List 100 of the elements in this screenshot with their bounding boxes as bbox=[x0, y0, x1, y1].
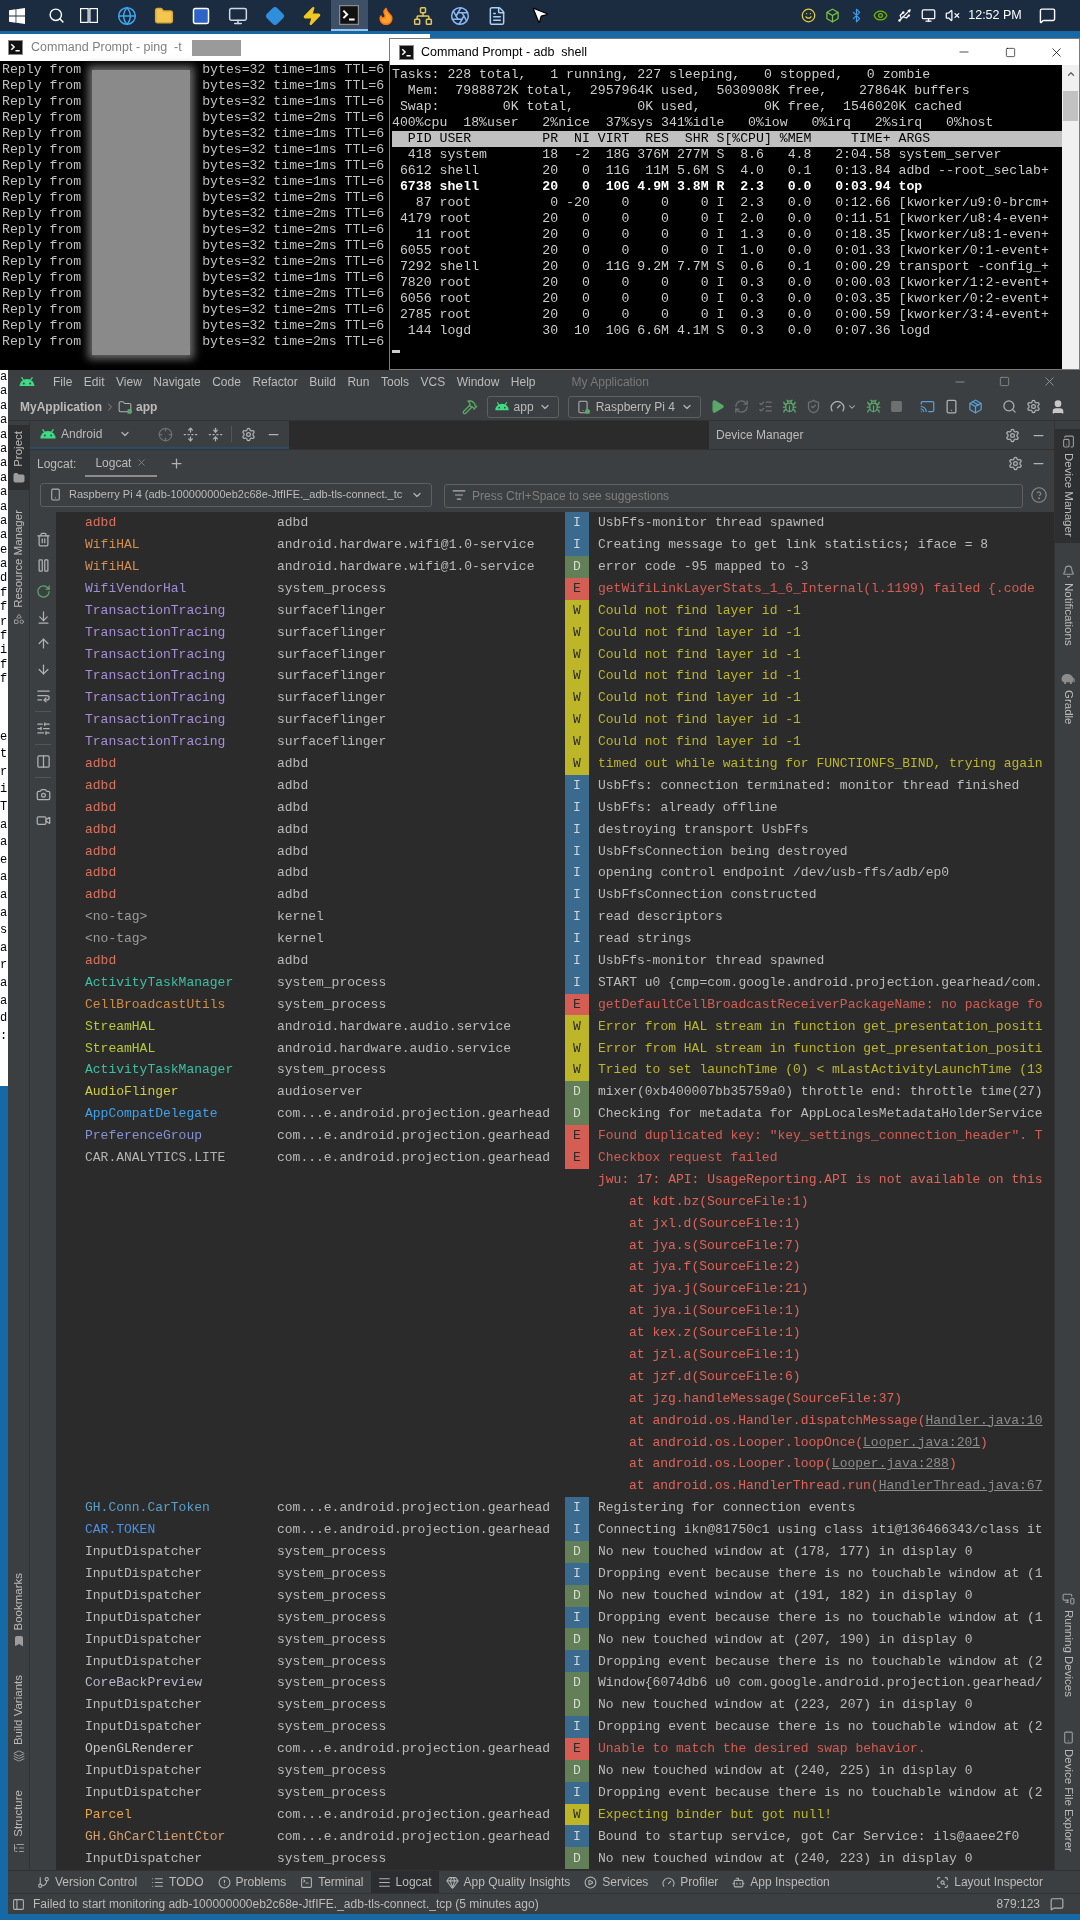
monitor-icon[interactable] bbox=[920, 8, 936, 23]
taskbar-app-button[interactable] bbox=[330, 0, 368, 31]
scrollbar-thumb[interactable] bbox=[1063, 91, 1078, 121]
tool-window-tab[interactable]: App Inspection bbox=[725, 1871, 837, 1893]
console-text: Reply from bbox=[2, 334, 82, 350]
device-dropdown[interactable]: Raspberry Pi 4 (adb-100000000eb2c68e-JtfIFE._adb-tls-connect._tc bbox=[40, 482, 432, 507]
settings-icon[interactable] bbox=[1026, 399, 1041, 414]
avatar-icon[interactable] bbox=[1050, 398, 1066, 415]
source-link[interactable]: Looper.java:201 bbox=[863, 1434, 981, 1450]
clock[interactable]: 12:52 PM bbox=[964, 6, 1026, 25]
breadcrumb-item[interactable]: MyApplication bbox=[20, 397, 102, 416]
log-tag: InputDispatcher bbox=[85, 1850, 203, 1866]
settings-icon[interactable] bbox=[241, 426, 257, 442]
sliders-icon[interactable] bbox=[35, 720, 51, 736]
arrow-down-icon[interactable] bbox=[35, 661, 51, 677]
menu-item[interactable]: Build bbox=[309, 372, 336, 391]
settings-icon[interactable] bbox=[1005, 427, 1020, 443]
box-icon[interactable] bbox=[824, 8, 840, 23]
tool-window-tab[interactable]: Services bbox=[577, 1871, 656, 1893]
menu-item[interactable]: Help bbox=[510, 372, 536, 391]
tool-window-tab[interactable]: Version Control bbox=[30, 1871, 145, 1893]
tool-window-tab[interactable]: Device Manager bbox=[1055, 429, 1080, 543]
eye-icon[interactable] bbox=[872, 8, 888, 23]
camera-icon[interactable] bbox=[35, 786, 51, 802]
menu-item[interactable]: Run bbox=[347, 372, 370, 391]
tool-window-tab[interactable]: Problems bbox=[210, 1871, 294, 1893]
menu-item[interactable]: Window bbox=[456, 372, 500, 391]
tool-window-tab[interactable]: TODO bbox=[144, 1871, 211, 1893]
help-icon[interactable] bbox=[1031, 486, 1047, 503]
phone-icon bbox=[1061, 1731, 1075, 1745]
search-icon[interactable] bbox=[47, 7, 65, 24]
tool-window-tab[interactable]: Structure bbox=[8, 1784, 30, 1860]
menu-item[interactable]: Navigate bbox=[153, 372, 201, 391]
filter-field[interactable]: Press Ctrl+Space to see suggestions bbox=[444, 483, 1023, 508]
process-name: com...e.android.projection.gearhead bbox=[277, 1106, 551, 1122]
usb-icon[interactable] bbox=[896, 8, 912, 23]
menu-item[interactable]: VCS bbox=[420, 372, 446, 391]
tool-window-tab[interactable]: App Quality Insights bbox=[438, 1871, 578, 1893]
bug-icon[interactable] bbox=[782, 399, 797, 414]
breadcrumb-item[interactable]: app bbox=[136, 397, 158, 416]
menu-item[interactable]: Code bbox=[212, 372, 241, 391]
process-name: adbd bbox=[277, 756, 309, 771]
log-tag: TransactionTracing bbox=[85, 668, 226, 684]
hammer-icon[interactable] bbox=[461, 398, 478, 415]
phone-icon[interactable] bbox=[944, 399, 959, 414]
tool-window-tab[interactable]: Notifications bbox=[1055, 558, 1080, 652]
log-message: timed out while waiting for FUNCTIONFS_BIND, trying again bbox=[598, 755, 1043, 773]
process-name: adbd bbox=[277, 515, 309, 531]
settings-icon[interactable] bbox=[1008, 456, 1023, 471]
cursor-position[interactable]: 879:123 bbox=[996, 1895, 1040, 1913]
wrap-text-icon[interactable] bbox=[35, 687, 51, 703]
tool-window-tab[interactable]: Build Variants bbox=[8, 1669, 30, 1769]
tool-window-tab[interactable]: Device File Explorer bbox=[1055, 1725, 1080, 1858]
tool-window-tab[interactable]: Gradle bbox=[1055, 667, 1080, 731]
tool-window-tab[interactable]: Running Devices bbox=[1055, 1586, 1080, 1704]
menu-item[interactable]: File bbox=[53, 372, 73, 391]
menu-item[interactable]: View bbox=[116, 372, 142, 391]
package-icon[interactable] bbox=[968, 399, 983, 414]
process-name: system_process bbox=[277, 996, 387, 1012]
scrollbar[interactable] bbox=[1062, 65, 1079, 369]
windows-logo-icon[interactable] bbox=[9, 7, 25, 24]
run-icon[interactable] bbox=[710, 399, 725, 414]
columns-icon[interactable] bbox=[35, 753, 51, 769]
fold-icon[interactable] bbox=[208, 426, 224, 442]
pause-icon[interactable] bbox=[35, 557, 51, 573]
add-icon[interactable] bbox=[169, 456, 185, 471]
tool-window-tab[interactable]: Bookmarks bbox=[8, 1566, 30, 1654]
menu-item[interactable]: Refactor bbox=[252, 372, 298, 391]
gauge-icon[interactable] bbox=[830, 399, 845, 414]
menu-item[interactable]: Edit bbox=[83, 372, 105, 391]
device-dropdown[interactable]: Raspberry Pi 4 bbox=[567, 395, 701, 418]
tool-window-tab[interactable]: Profiler bbox=[655, 1871, 726, 1893]
unfold-icon[interactable] bbox=[183, 426, 199, 442]
source-link[interactable]: Looper.java:288 bbox=[831, 1456, 949, 1472]
tool-window-tab[interactable]: Logcat bbox=[370, 1871, 439, 1893]
scroll-up-icon[interactable] bbox=[1065, 69, 1076, 79]
maximize-icon[interactable] bbox=[1004, 46, 1016, 58]
tool-window-tab[interactable]: Layout Inspector bbox=[929, 1871, 1050, 1893]
maximize-icon[interactable] bbox=[999, 376, 1010, 387]
tool-window-tab[interactable]: Resource Manager bbox=[8, 503, 30, 631]
volume-muted-icon[interactable] bbox=[944, 8, 960, 23]
process-row-text: 2785 root 20 0 0 0 0 I 0.3 0.0 0:00.59 [kworker/3:4-event+ bbox=[398, 307, 1049, 322]
circular-arrow-icon[interactable] bbox=[35, 583, 51, 599]
text-fragment: d bbox=[0, 1011, 8, 1026]
source-link[interactable]: Handler.java:10 bbox=[925, 1412, 1043, 1428]
log-message: No new touched window at (178, 177) in display 0 bbox=[598, 1543, 973, 1562]
run-configuration-dropdown[interactable]: app bbox=[486, 395, 559, 418]
smiley-icon[interactable] bbox=[800, 8, 816, 23]
task-view-icon[interactable] bbox=[80, 8, 98, 23]
tool-window-tab[interactable]: Project bbox=[8, 425, 30, 490]
globe-icon bbox=[117, 5, 137, 26]
trash-icon[interactable] bbox=[35, 531, 51, 547]
bug-icon[interactable] bbox=[866, 399, 881, 414]
panel-icon[interactable] bbox=[12, 1897, 25, 1911]
cast-icon[interactable] bbox=[920, 399, 935, 414]
log-message: Creating message to get link statistics; iface = 8 bbox=[598, 536, 989, 555]
source-link[interactable]: HandlerThread.java:67 bbox=[878, 1478, 1043, 1494]
tool-window-tab[interactable]: Terminal bbox=[293, 1871, 371, 1893]
view-dropdown[interactable]: Android bbox=[40, 425, 132, 443]
menu-item[interactable]: Tools bbox=[380, 372, 409, 391]
